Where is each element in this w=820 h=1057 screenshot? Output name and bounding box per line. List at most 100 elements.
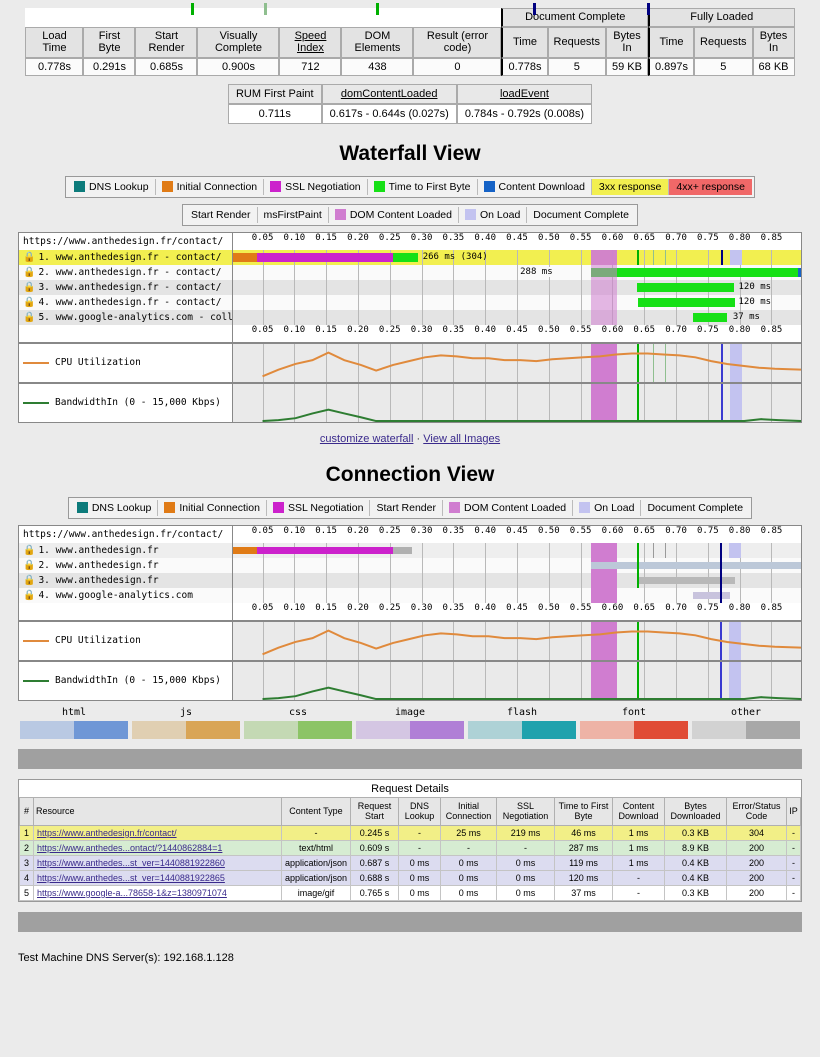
- legend-conn-initial-connection: Initial Connection: [158, 499, 267, 516]
- rd-row-5-resource[interactable]: https://www.google-a...78658-1&z=1380971…: [33, 884, 282, 901]
- waterfall-row-3-label[interactable]: 🔒 3. www.anthedesign.fr - contact/: [19, 279, 233, 295]
- rd-row-5-ssl-negotiation: 0 ms: [496, 884, 555, 901]
- rd-row-1-index: 1: [19, 824, 34, 841]
- waterfall-chart[interactable]: https://www.anthedesign.fr/contact/ 0.05…: [18, 231, 802, 423]
- rum-value-row: 0.711s 0.617s - 0.644s (0.027s) 0.784s -…: [227, 103, 593, 124]
- legend-time-to-first-byte: Time to First Byte: [368, 178, 478, 195]
- legend-conn-document-complete: Document Complete: [641, 3, 749, 516]
- connection-chart-inner: https://www.anthedesign.fr/contact/ 0.05…: [19, 525, 801, 700]
- waterfall-legend-markers: Start Render msFirstPaint DOM Content Lo…: [0, 3, 820, 226]
- rum-header-row: RUM First Paint domContentLoaded loadEve…: [227, 83, 593, 104]
- legend-content-download: Content Download: [478, 178, 592, 195]
- rd-row-4-resource[interactable]: https://www.anthedes...st_ver=1440881922…: [33, 869, 282, 886]
- marker-on-load: [730, 249, 742, 265]
- table-row[interactable]: 1 https://www.anthedesign.fr/contact/ - …: [19, 824, 801, 841]
- rd-row-3-ip: -: [786, 854, 801, 871]
- col-fl-bytes-in: Bytes In: [752, 26, 795, 58]
- connection-chart[interactable]: https://www.anthedesign.fr/contact/ 0.05…: [18, 524, 802, 701]
- summary-table: Document Complete Fully Loaded Load Time…: [25, 8, 795, 76]
- rum-value-dom-content-loaded: 0.617s - 0.644s (0.027s): [321, 103, 457, 124]
- cpu-utilization-line-chart: [233, 622, 801, 660]
- waterfall-row-1[interactable]: 🔒 1. www.anthedesign.fr - contact/ 266 m…: [19, 249, 801, 265]
- connection-row-2-label[interactable]: 🔒 2. www.anthedesign.fr: [19, 557, 233, 573]
- waterfall-row-2[interactable]: 🔒 2. www.anthedesign.fr - contact/ 288 m…: [19, 264, 801, 280]
- rd-row-3-bytes: 0.4 KB: [664, 854, 727, 871]
- rd-row-1-initial-connection: 25 ms: [440, 824, 497, 841]
- rd-row-5-content-type: image/gif: [280, 884, 352, 901]
- value-fl-requests: 5: [694, 57, 753, 76]
- rd-col-ip: IP: [786, 796, 801, 826]
- connection-row-1-label[interactable]: 🔒 1. www.anthedesign.fr: [19, 542, 233, 558]
- rum-table: RUM First Paint domContentLoaded loadEve…: [227, 83, 593, 124]
- rd-col-ttfb: Time to First Byte: [554, 796, 613, 826]
- content-type-flash-bar: [468, 720, 576, 739]
- bandwidth-line-swatch-icon: [23, 679, 49, 682]
- waterfall-row-3[interactable]: 🔒 3. www.anthedesign.fr - contact/ 120 m: [19, 279, 801, 295]
- rd-col-request-start: Request Start: [350, 796, 399, 826]
- bar-connection-active: [590, 561, 801, 569]
- rd-row-4-bytes: 0.4 KB: [664, 869, 727, 886]
- connection-row-3[interactable]: 🔒 3. www.anthedesign.fr: [19, 572, 801, 588]
- bar-ssl-negotiation: [256, 252, 394, 262]
- rd-row-4-ip: -: [786, 869, 801, 886]
- waterfall-row-1-label[interactable]: 🔒 1. www.anthedesign.fr - contact/: [19, 249, 233, 265]
- waterfall-url-header: https://www.anthedesign.fr/contact/: [19, 232, 233, 250]
- waterfall-row-3-plot: 120 ms: [233, 279, 801, 295]
- legend-ssl-negotiation: SSL Negotiation: [264, 178, 368, 195]
- value-result-code: 0: [413, 57, 502, 76]
- connection-row-4[interactable]: 🔒 4. www.google-analytics.com: [19, 587, 801, 603]
- waterfall-row-4-label[interactable]: 🔒 4. www.anthedesign.fr - contact/: [19, 294, 233, 310]
- value-dom-elements: 438: [341, 57, 414, 76]
- table-row[interactable]: 5 https://www.google-a...78658-1&z=13809…: [19, 884, 801, 901]
- rd-row-2-ip: -: [786, 839, 801, 856]
- summary-header-row: Load Time First Byte Start Render Visual…: [25, 26, 795, 58]
- waterfall-row-2-plot: 288 ms: [233, 264, 801, 280]
- rd-row-3-ssl-negotiation: 0 ms: [496, 854, 555, 871]
- content-type-html-bar: [20, 720, 128, 739]
- connection-row-3-label[interactable]: 🔒 3. www.anthedesign.fr: [19, 572, 233, 588]
- waterfall-axis-bottom-row: 0.05 0.10 0.15 0.20 0.25 0.30 0.35 0.40 …: [19, 324, 801, 342]
- rd-row-1-resource[interactable]: https://www.anthedesign.fr/contact/: [33, 824, 282, 841]
- legend-dns-lookup: DNS Lookup: [68, 178, 156, 195]
- rd-col-initial-connection: Initial Connection: [440, 796, 497, 826]
- rd-row-3-resource[interactable]: https://www.anthedes...st_ver=1440881922…: [33, 854, 282, 871]
- marker-dom-content-loaded: [590, 572, 617, 588]
- rd-row-4-request-start: 0.688 s: [350, 869, 399, 886]
- marker-ms-first-paint: [653, 542, 655, 558]
- bar-ttfb: [693, 312, 728, 322]
- table-row[interactable]: 2 https://www.anthedes...ontact/?1440862…: [19, 839, 801, 856]
- connection-row-2[interactable]: 🔒 2. www.anthedesign.fr: [19, 557, 801, 573]
- connection-cpu-label-cell: CPU Utilization: [19, 621, 233, 660]
- rum-col-dom-content-loaded[interactable]: domContentLoaded: [321, 83, 457, 104]
- content-type-other: other: [690, 707, 802, 739]
- rum-col-first-paint: RUM First Paint: [227, 83, 322, 104]
- waterfall-row-5[interactable]: 🔒 5. www.google-analytics.com - collect: [19, 309, 801, 325]
- rum-col-load-event[interactable]: loadEvent: [456, 83, 593, 104]
- waterfall-row-5-label[interactable]: 🔒 5. www.google-analytics.com - collect: [19, 309, 233, 325]
- table-row[interactable]: 3 https://www.anthedes...st_ver=14408819…: [19, 854, 801, 871]
- customize-waterfall-link[interactable]: customize waterfall: [320, 433, 414, 445]
- content-type-image-bar: [356, 720, 464, 739]
- view-all-images-link[interactable]: View all Images: [423, 433, 500, 445]
- col-visually-complete: Visually Complete: [197, 26, 280, 58]
- request-details-section: Request Details # Resource Content Type …: [18, 778, 802, 902]
- waterfall-row-2-label[interactable]: 🔒 2. www.anthedesign.fr - contact/: [19, 264, 233, 280]
- waterfall-row-5-plot: 37 ms: [233, 309, 801, 325]
- lock-icon: 🔒: [23, 574, 36, 586]
- bar-connection-idle: [393, 546, 413, 554]
- waterfall-row-4[interactable]: 🔒 4. www.anthedesign.fr - contact/ 120 m: [19, 294, 801, 310]
- connection-row-1[interactable]: 🔒 1. www.anthedesign.fr: [19, 542, 801, 558]
- lock-icon: 🔒: [23, 251, 36, 263]
- waterfall-legend-primary: DNS Lookup Initial Connection SSL Negoti…: [0, 175, 820, 198]
- rd-row-2-request-start: 0.609 s: [350, 839, 399, 856]
- col-speed-index[interactable]: Speed Index: [279, 26, 342, 58]
- table-row[interactable]: 4 https://www.anthedes...st_ver=14408819…: [19, 869, 801, 886]
- rd-row-3-content-type: application/json: [280, 854, 352, 871]
- placeholder-bar-top: [18, 748, 802, 769]
- legend-conn-dns-lookup: DNS Lookup: [71, 499, 159, 516]
- rd-row-2-resource[interactable]: https://www.anthedes...ontact/?144086288…: [33, 839, 282, 856]
- connection-row-4-label[interactable]: 🔒 4. www.google-analytics.com: [19, 587, 233, 603]
- col-dc-requests: Requests: [547, 26, 606, 58]
- rd-col-ssl-negotiation: SSL Negotiation: [496, 796, 555, 826]
- ms-first-paint-marker-icon: [263, 3, 267, 15]
